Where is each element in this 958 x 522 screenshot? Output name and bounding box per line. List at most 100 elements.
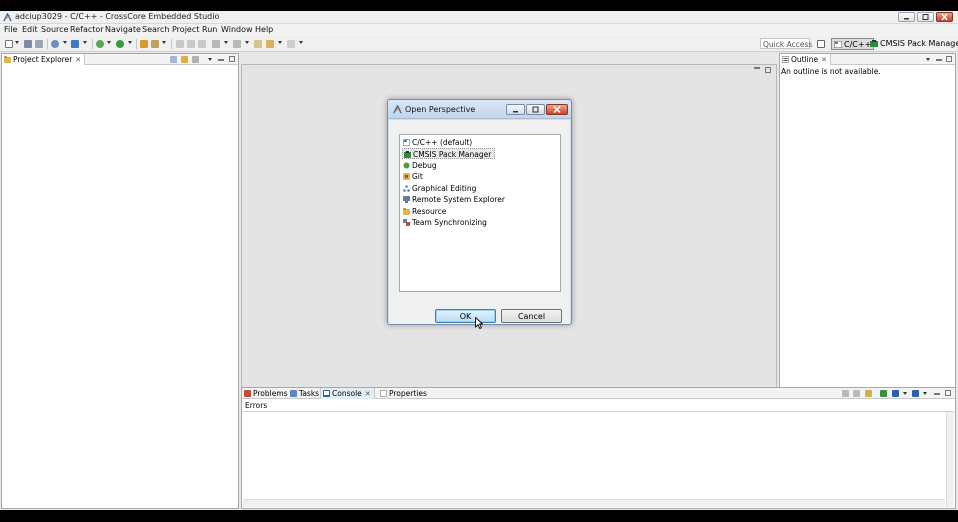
perspective-item-graphical-editing[interactable]: Graphical Editing [402,183,479,194]
search-icon[interactable] [176,40,184,48]
menu-refactor[interactable]: Refactor [70,25,104,34]
minimize-view-icon[interactable] [934,393,940,395]
menu-help[interactable]: Help [255,25,273,34]
app-logo-icon [3,13,12,22]
vertical-scrollbar[interactable] [946,412,954,507]
tab-project-explorer[interactable]: Project Explorer ✕ [2,54,86,65]
view-menu-icon[interactable] [923,392,927,395]
open-perspective-icon[interactable] [817,40,825,48]
close-icon [553,105,561,114]
back-icon[interactable] [266,40,274,48]
minimize-view-icon[interactable] [218,59,224,61]
dropdown-arrow-icon[interactable] [83,41,87,44]
filter-icon[interactable] [192,56,199,63]
console-dropdown-icon[interactable] [903,392,907,395]
tab-outline[interactable]: Outline ✕ [780,54,832,65]
display-console-icon[interactable] [880,390,887,397]
dropdown-arrow-icon[interactable] [15,41,19,44]
menu-edit[interactable]: Edit [22,25,38,34]
perspective-item-cpp[interactable]: C/C++ (default) [402,137,475,148]
close-window-button[interactable] [936,12,953,22]
tab-problems[interactable]: Problems [242,388,291,399]
dropdown-arrow-icon[interactable] [224,41,228,44]
forward-icon[interactable] [287,40,295,48]
perspective-item-label: Remote System Explorer [412,195,505,204]
close-tab-icon[interactable]: ✕ [365,390,371,398]
perspective-list[interactable]: C/C++ (default) CMSIS Pack Manager Debug… [399,134,561,292]
menu-run[interactable]: Run [202,25,217,34]
cancel-button[interactable]: Cancel [501,309,562,323]
editor-minimize-icon[interactable] [754,67,760,69]
open-console-icon[interactable] [892,390,899,397]
project-explorer-icon [4,56,11,63]
cmsis-pack-icon [404,151,411,158]
tab-properties[interactable]: Properties [378,388,430,399]
hammer-icon[interactable] [71,40,79,48]
perspective-item-remote-system[interactable]: Remote System Explorer [402,194,508,205]
run-icon[interactable] [116,40,124,48]
perspective-item-cmsis[interactable]: CMSIS Pack Manager [402,148,496,159]
maximize-view-icon[interactable] [946,56,952,62]
perspective-item-debug[interactable]: Debug [402,160,440,171]
dropdown-arrow-icon[interactable] [245,41,249,44]
dialog-close-button[interactable] [546,104,568,115]
menu-navigate[interactable]: Navigate [105,25,141,34]
prev-annotation-icon[interactable] [233,40,241,48]
console-content[interactable]: Errors [243,400,954,507]
last-edit-icon[interactable] [254,40,262,48]
pin-console-icon[interactable] [865,390,872,397]
menu-file[interactable]: File [4,25,17,34]
close-tab-icon[interactable]: ✕ [75,56,81,64]
dropdown-arrow-icon[interactable] [299,41,303,44]
close-icon [941,13,948,21]
open-folder-icon[interactable] [140,40,148,48]
tab-console[interactable]: Console ✕ [320,388,375,399]
tool-icon[interactable] [151,40,159,48]
new-file-icon[interactable] [5,40,13,48]
scroll-lock-icon[interactable] [853,390,860,397]
view-menu-icon[interactable] [926,58,930,61]
annotation-icon[interactable] [212,40,220,48]
horizontal-scrollbar[interactable] [243,499,945,507]
outline-icon [782,56,789,63]
tab-tasks[interactable]: Tasks [288,388,322,399]
menu-window[interactable]: Window [221,25,253,34]
minimize-view-icon[interactable] [936,59,942,61]
menu-search[interactable]: Search [142,25,169,34]
maximize-view-icon[interactable] [945,390,951,396]
perspective-item-resource[interactable]: Resource [402,206,449,217]
minimize-button[interactable] [898,12,915,22]
tab-problems-label: Problems [253,389,288,398]
menu-source[interactable]: Source [41,25,68,34]
dropdown-arrow-icon[interactable] [107,41,111,44]
clear-console-icon[interactable] [842,390,849,397]
save-icon[interactable] [24,40,32,48]
menu-project[interactable]: Project [172,25,199,34]
toggle-icon[interactable] [187,40,195,48]
perspective-item-git[interactable]: Git [402,171,426,182]
view-menu-icon[interactable] [208,58,212,61]
dropdown-arrow-icon[interactable] [128,41,132,44]
maximize-view-icon[interactable] [229,56,235,62]
perspective-cmsis-button[interactable]: CMSIS Pack Manager [868,38,958,50]
debug-icon[interactable] [96,40,104,48]
dropdown-arrow-icon[interactable] [63,41,67,44]
quick-access-input[interactable]: Quick Access [760,38,812,49]
close-tab-icon[interactable]: ✕ [821,56,827,64]
dropdown-arrow-icon[interactable] [278,41,282,44]
dialog-maximize-button[interactable] [526,104,545,115]
maximize-button[interactable] [917,12,934,22]
new-console-icon[interactable] [912,390,919,397]
editor-maximize-icon[interactable] [765,67,771,73]
build-icon[interactable] [51,40,59,48]
ok-button[interactable]: OK [435,309,496,323]
perspective-item-team-sync[interactable]: Team Synchronizing [402,217,490,228]
minimize-icon [904,18,909,20]
save-all-icon[interactable] [35,40,43,48]
collapse-all-icon[interactable] [170,56,177,63]
dialog-minimize-button[interactable] [506,104,525,115]
minimize-icon [513,111,518,113]
dropdown-arrow-icon[interactable] [162,41,166,44]
mark-icon[interactable] [198,40,206,48]
link-editor-icon[interactable] [181,56,188,63]
